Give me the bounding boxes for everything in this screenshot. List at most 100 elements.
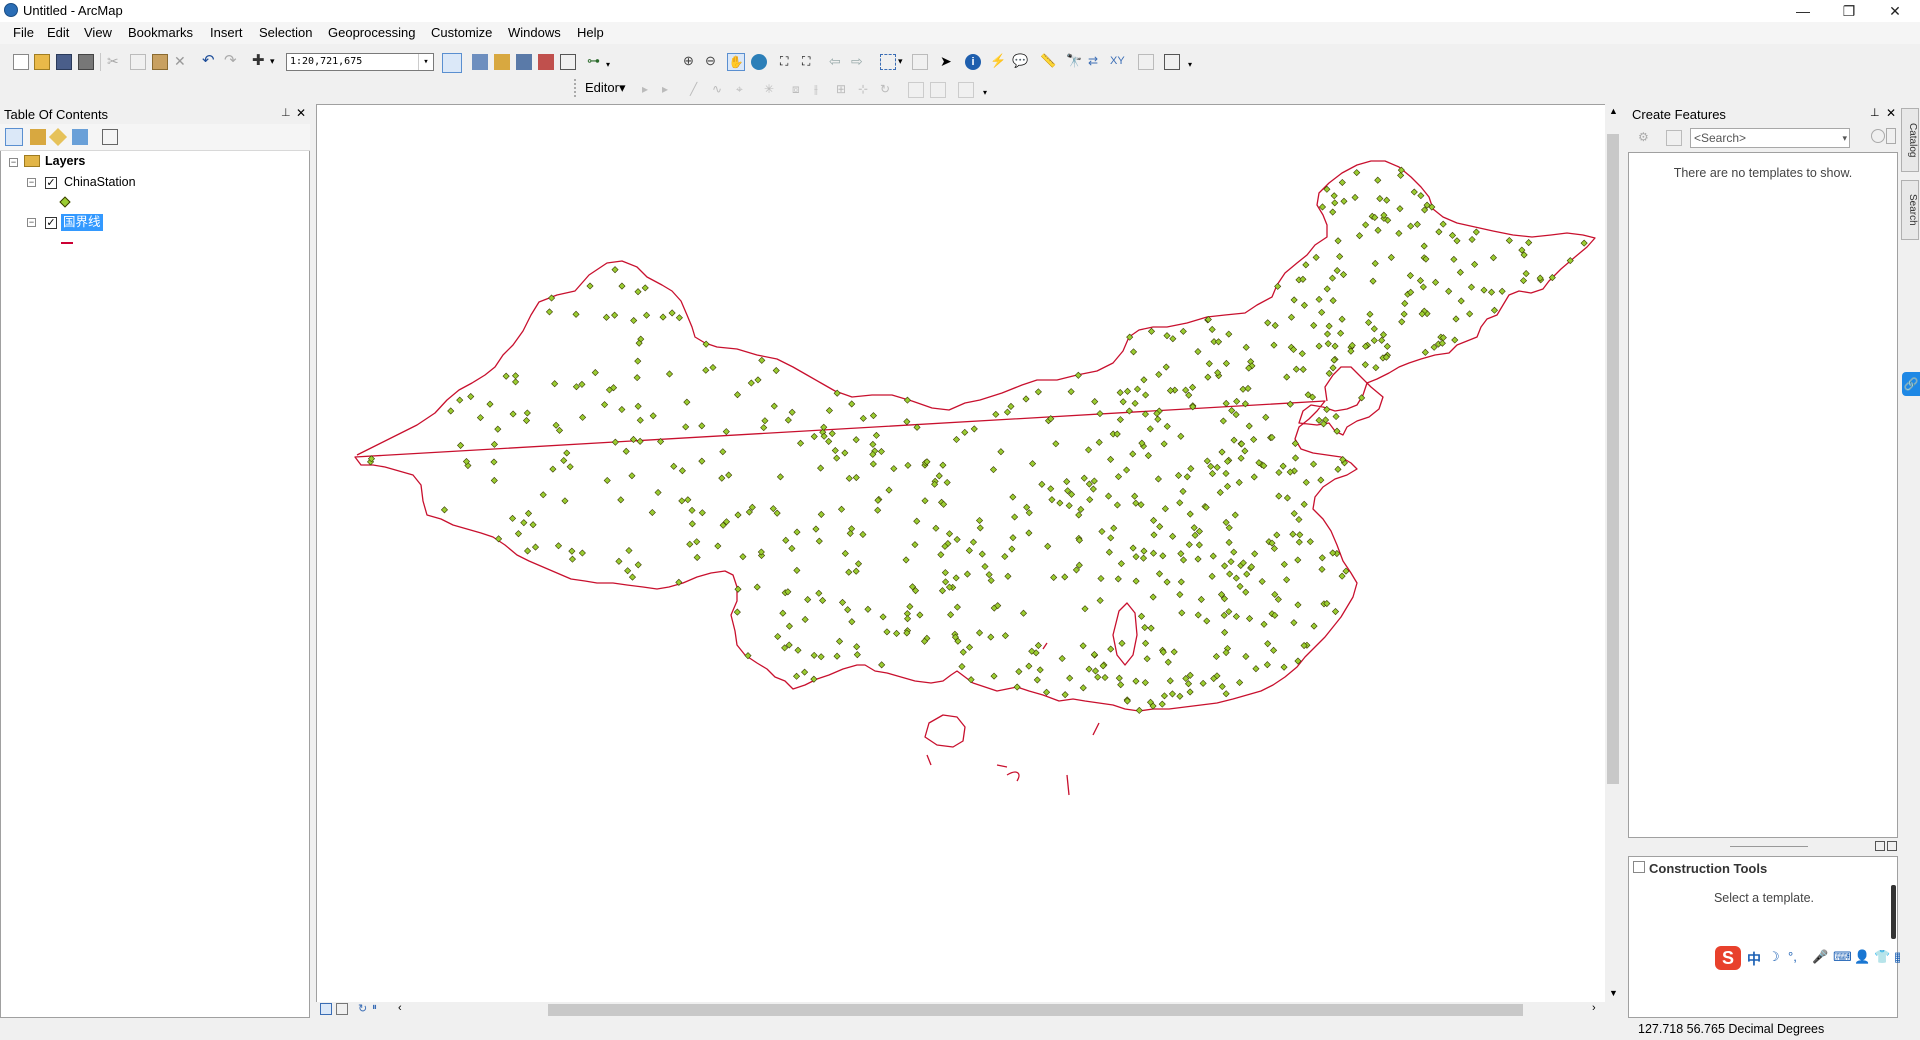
- template-list[interactable]: There are no templates to show.: [1628, 152, 1898, 838]
- template-properties-icon[interactable]: [1666, 130, 1682, 146]
- search-icon[interactable]: [1871, 129, 1885, 143]
- boundary-layer-label[interactable]: 国界线: [61, 214, 103, 231]
- arctoolbox-icon[interactable]: [472, 54, 488, 70]
- menu-geoprocessing[interactable]: Geoprocessing: [328, 25, 415, 40]
- menu-insert[interactable]: Insert: [210, 25, 243, 40]
- attributes-icon[interactable]: [908, 82, 924, 98]
- sketch-properties-icon[interactable]: [930, 82, 946, 98]
- chinastation-layer-label[interactable]: ChinaStation: [64, 175, 136, 189]
- straight-segment-icon[interactable]: ╱: [690, 82, 706, 98]
- tools-overflow-icon[interactable]: ▾: [1188, 60, 1192, 69]
- hyperlink-icon[interactable]: ⚡: [990, 54, 1006, 70]
- pause-drawing-icon[interactable]: ⏸: [372, 1002, 377, 1013]
- modelbuilder-icon[interactable]: [560, 54, 576, 70]
- back-extent-icon[interactable]: ⇦: [829, 54, 845, 70]
- menu-view[interactable]: View: [84, 25, 112, 40]
- fixed-zoom-out-icon[interactable]: ⛶: [802, 54, 818, 70]
- vertical-scroll-thumb[interactable]: [1607, 134, 1619, 784]
- edit-vertices-icon[interactable]: ⌖: [736, 82, 752, 98]
- redo-icon[interactable]: ↷: [224, 53, 240, 70]
- full-extent-icon[interactable]: [751, 54, 767, 70]
- map-display[interactable]: [316, 104, 1622, 1018]
- pan-icon[interactable]: ✋: [727, 53, 745, 71]
- find-route-icon[interactable]: ⇄: [1088, 54, 1104, 70]
- paste-icon[interactable]: [152, 54, 168, 70]
- rotate-tool-icon[interactable]: ↻: [880, 82, 896, 98]
- open-folder-icon[interactable]: [34, 54, 50, 70]
- list-by-selection-icon[interactable]: [72, 129, 88, 145]
- panel-layout-alt-icon[interactable]: [1887, 841, 1897, 851]
- layers-root-label[interactable]: Layers: [45, 154, 85, 168]
- select-features-icon[interactable]: [880, 54, 896, 70]
- scroll-down-icon[interactable]: ▼: [1609, 988, 1618, 998]
- ime-punctuation-icon[interactable]: °,: [1788, 949, 1797, 964]
- line-symbol-icon[interactable]: [61, 242, 73, 244]
- create-features-window-icon[interactable]: [958, 82, 974, 98]
- ime-user-icon[interactable]: 👤: [1854, 949, 1870, 965]
- editor-toolbar-icon[interactable]: [442, 53, 462, 73]
- python-window-icon[interactable]: [538, 54, 554, 70]
- html-popup-icon[interactable]: 💬: [1012, 54, 1028, 70]
- menu-bookmarks[interactable]: Bookmarks: [128, 25, 193, 40]
- ime-skin-icon[interactable]: 👕: [1874, 949, 1890, 965]
- cut-icon[interactable]: ✂: [107, 54, 123, 70]
- link-icon[interactable]: 🔗: [1902, 372, 1920, 396]
- map-canvas[interactable]: [317, 105, 1605, 1001]
- add-data-icon[interactable]: ✚: [252, 53, 268, 70]
- new-document-icon[interactable]: [13, 54, 29, 70]
- search-side-tab[interactable]: Search: [1901, 180, 1919, 240]
- create-features-close-button[interactable]: ✕: [1886, 106, 1896, 120]
- copy-icon[interactable]: [130, 54, 146, 70]
- layers-collapse-icon[interactable]: −: [9, 158, 18, 167]
- delete-icon[interactable]: ✕: [174, 54, 190, 70]
- scale-icon[interactable]: ⊹: [858, 82, 874, 98]
- catalog-side-tab[interactable]: Catalog: [1901, 108, 1919, 172]
- select-elements-icon[interactable]: ➤: [940, 54, 956, 70]
- menu-selection[interactable]: Selection: [259, 25, 312, 40]
- list-by-drawing-order-icon[interactable]: [5, 128, 23, 146]
- search-dropdown-icon[interactable]: ▾: [1842, 129, 1847, 147]
- ime-fullwidth-icon[interactable]: ☽: [1768, 949, 1780, 965]
- menu-file[interactable]: File: [13, 25, 34, 40]
- toc-close-button[interactable]: ✕: [296, 106, 306, 120]
- graph-tool-icon[interactable]: ⊶: [587, 54, 603, 70]
- edit-tool-icon[interactable]: ▸: [642, 82, 658, 98]
- edit-annotation-icon[interactable]: ▸: [662, 82, 678, 98]
- toolbar-overflow-icon[interactable]: ▾: [606, 60, 610, 69]
- scroll-left-icon[interactable]: ‹: [398, 1002, 402, 1014]
- toc-options-icon[interactable]: [102, 129, 118, 145]
- ime-keyboard-icon[interactable]: ⌨: [1833, 949, 1852, 965]
- time-slider-icon[interactable]: [1138, 54, 1154, 70]
- trace-icon[interactable]: ∿: [712, 82, 728, 98]
- menu-edit[interactable]: Edit: [47, 25, 69, 40]
- map-horizontal-scrollbar[interactable]: ↻ ⏸ ‹ ›: [316, 1002, 1622, 1018]
- search-window-icon[interactable]: [516, 54, 532, 70]
- rotate-icon[interactable]: ⊞: [836, 82, 852, 98]
- list-by-visibility-icon[interactable]: [48, 127, 68, 147]
- list-by-source-icon[interactable]: [30, 129, 46, 145]
- template-search-input[interactable]: <Search> ▾: [1690, 128, 1850, 148]
- clear-selection-icon[interactable]: [912, 54, 928, 70]
- splitter-handle[interactable]: [1730, 846, 1808, 847]
- ime-chinese-mode[interactable]: 中: [1747, 949, 1761, 969]
- data-view-icon[interactable]: [320, 1003, 332, 1015]
- chinastation-visibility-checkbox[interactable]: ✓: [45, 177, 57, 189]
- boundary-visibility-checkbox[interactable]: ✓: [45, 217, 57, 229]
- editor-overflow-icon[interactable]: ▾: [983, 88, 987, 97]
- search-options-icon[interactable]: [1886, 128, 1896, 144]
- add-data-dropdown-icon[interactable]: ▾: [270, 56, 275, 67]
- boundary-collapse-icon[interactable]: −: [27, 218, 36, 227]
- editor-menu[interactable]: Editor▾: [585, 80, 626, 96]
- construction-scroll-thumb[interactable]: [1891, 885, 1896, 939]
- scroll-right-icon[interactable]: ›: [1592, 1002, 1596, 1014]
- find-icon[interactable]: 🔭: [1066, 54, 1082, 70]
- map-vertical-scrollbar[interactable]: ▲ ▼: [1605, 104, 1622, 1002]
- forward-extent-icon[interactable]: ⇨: [851, 54, 867, 70]
- minimize-button[interactable]: —: [1780, 0, 1826, 22]
- map-scale-field[interactable]: 1:20,721,675 ▾: [286, 53, 434, 71]
- close-button[interactable]: ✕: [1872, 0, 1918, 22]
- measure-icon[interactable]: 📏: [1040, 54, 1056, 70]
- layout-view-icon[interactable]: [336, 1003, 348, 1015]
- go-to-xy-icon[interactable]: XY: [1110, 54, 1126, 70]
- print-icon[interactable]: [78, 54, 94, 70]
